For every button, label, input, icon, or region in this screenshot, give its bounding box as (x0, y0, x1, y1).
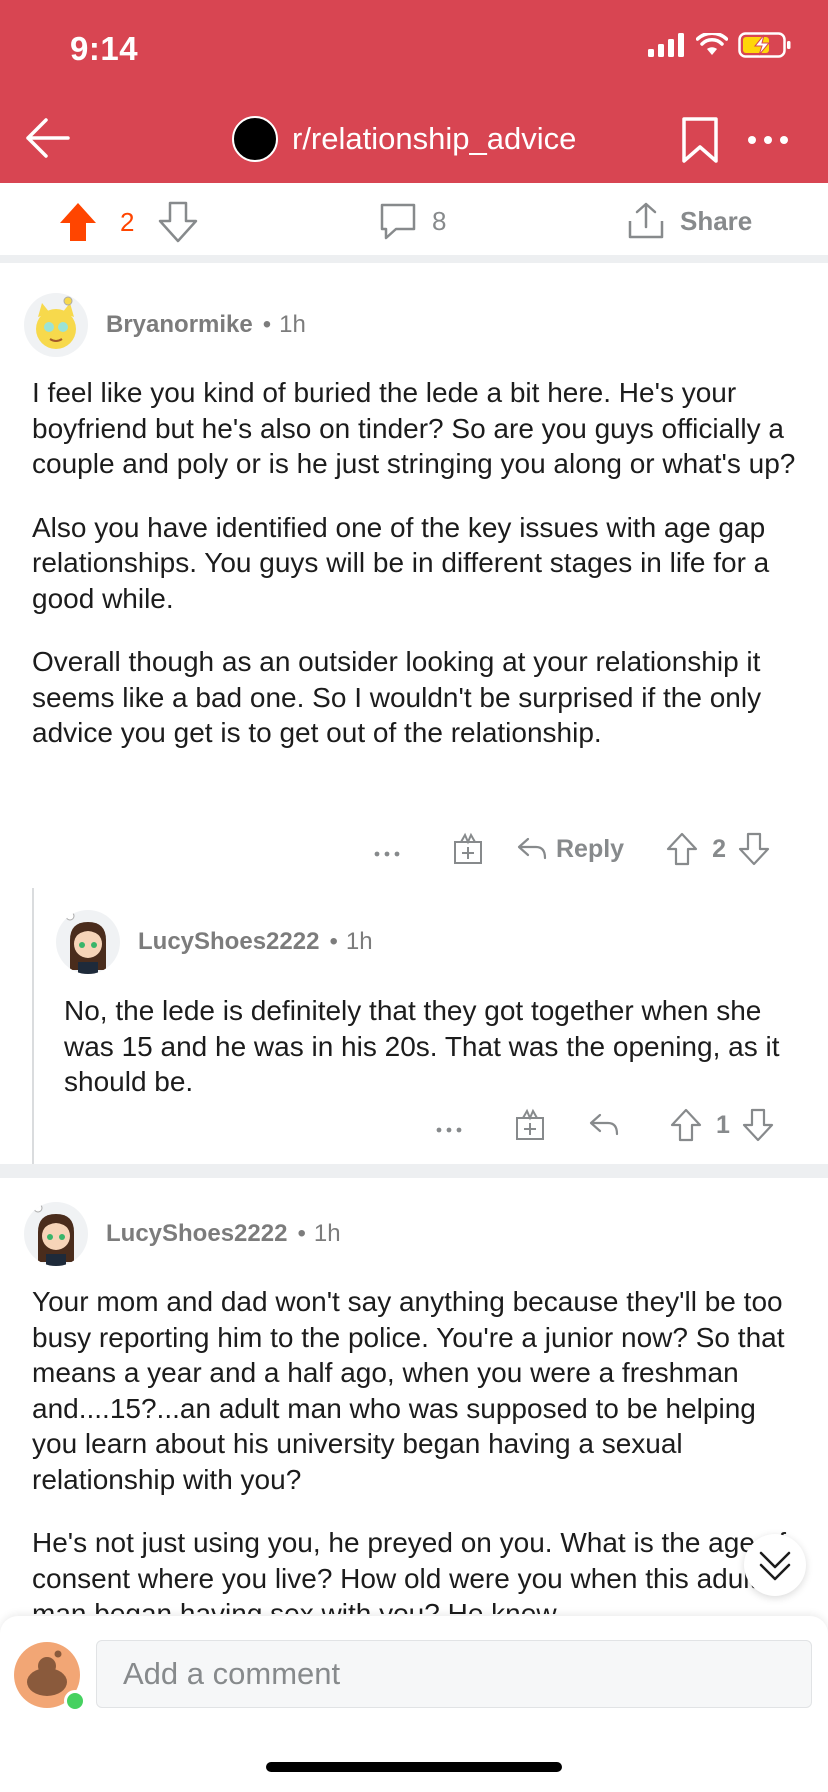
downvote-icon[interactable] (738, 832, 770, 866)
post-action-bar: 2 8 Share (0, 183, 828, 263)
thread-line[interactable] (32, 888, 34, 1164)
reply-icon[interactable] (588, 1110, 620, 1140)
app-header: 9:14 r/relationship_advice (0, 0, 828, 183)
meta-dot: • (297, 1220, 306, 1247)
comment-age: 1h (279, 311, 306, 338)
comment-header: LucyShoes2222 • 1h (24, 1202, 341, 1266)
comment-actions: 1 (434, 1108, 774, 1142)
bookmark-icon[interactable] (680, 116, 720, 164)
comment-body: Your mom and dad won't say anything beca… (32, 1284, 802, 1614)
back-arrow-icon[interactable] (22, 112, 74, 164)
subreddit-name: r/relationship_advice (292, 121, 577, 156)
status-time: 9:14 (70, 30, 139, 67)
double-chevron-down-icon (759, 1551, 791, 1581)
reply-button[interactable]: Reply (516, 834, 624, 864)
post-vote-group: 2 (58, 201, 198, 243)
subreddit-avatar (232, 116, 278, 162)
comment-separator (0, 1164, 828, 1178)
comment-header: Bryanormike • 1h (24, 293, 306, 357)
comment-composer: Add a comment (0, 1616, 828, 1792)
post-comments-button[interactable]: 8 (378, 201, 446, 241)
jump-next-comment-button[interactable] (744, 1534, 806, 1596)
upvote-icon[interactable] (666, 832, 698, 866)
comment-age: 1h (313, 1220, 341, 1247)
comment-author[interactable]: LucyShoes2222 (106, 1220, 287, 1248)
avatar[interactable] (56, 910, 120, 974)
meta-dot: • (262, 311, 272, 338)
post-score: 2 (120, 206, 135, 237)
more-icon[interactable] (434, 1110, 464, 1140)
share-button[interactable]: Share (626, 201, 752, 241)
comment-paragraph: Your mom and dad won't say anything beca… (32, 1286, 785, 1495)
avatar[interactable] (24, 1202, 88, 1266)
award-icon[interactable] (452, 832, 484, 866)
comment-actions: Reply 2 (372, 832, 770, 866)
comment-header: LucyShoes2222 • 1h (56, 910, 373, 974)
comment-body: I feel like you kind of buried the lede … (32, 375, 802, 779)
comment-author[interactable]: LucyShoes2222 (138, 928, 319, 956)
meta-dot: • (329, 928, 338, 955)
comment-score: 1 (716, 1110, 730, 1139)
upvote-icon[interactable] (670, 1108, 702, 1142)
home-indicator[interactable] (266, 1762, 562, 1772)
share-label: Share (680, 205, 753, 236)
more-icon[interactable] (372, 834, 402, 864)
reply-icon (517, 837, 547, 860)
avatar[interactable] (24, 293, 88, 357)
downvote-icon[interactable] (158, 201, 198, 243)
comment-count: 8 (432, 205, 447, 236)
status-icons (648, 32, 792, 58)
add-comment-input[interactable]: Add a comment (96, 1640, 812, 1708)
more-options-icon[interactable] (742, 122, 794, 158)
battery-charging-icon (738, 32, 791, 58)
comment-author[interactable]: Bryanormike (106, 311, 253, 339)
comment-paragraph: Also you have identified one of the key … (32, 511, 770, 614)
comment-paragraph: I feel like you kind of buried the lede … (32, 377, 796, 479)
award-icon[interactable] (514, 1108, 546, 1142)
wifi-icon (696, 33, 728, 55)
upvote-active-icon[interactable] (58, 201, 98, 243)
comment-paragraph: Overall though as an outsider looking at… (32, 646, 762, 748)
online-status-dot (64, 1690, 86, 1712)
share-icon (628, 202, 664, 239)
comment-age: 1h (345, 928, 373, 955)
comment-paragraph: He's not just using you, he preyed on yo… (32, 1527, 787, 1614)
downvote-icon[interactable] (742, 1108, 774, 1142)
subreddit-title[interactable]: r/relationship_advice (232, 116, 576, 162)
user-avatar[interactable] (14, 1642, 86, 1712)
signal-icon (648, 33, 684, 57)
comment-score: 2 (712, 834, 726, 863)
comment-bubble-icon (380, 203, 416, 240)
comment-paragraph: No, the lede is definitely that they got… (64, 995, 780, 1097)
reply-label: Reply (556, 834, 625, 863)
